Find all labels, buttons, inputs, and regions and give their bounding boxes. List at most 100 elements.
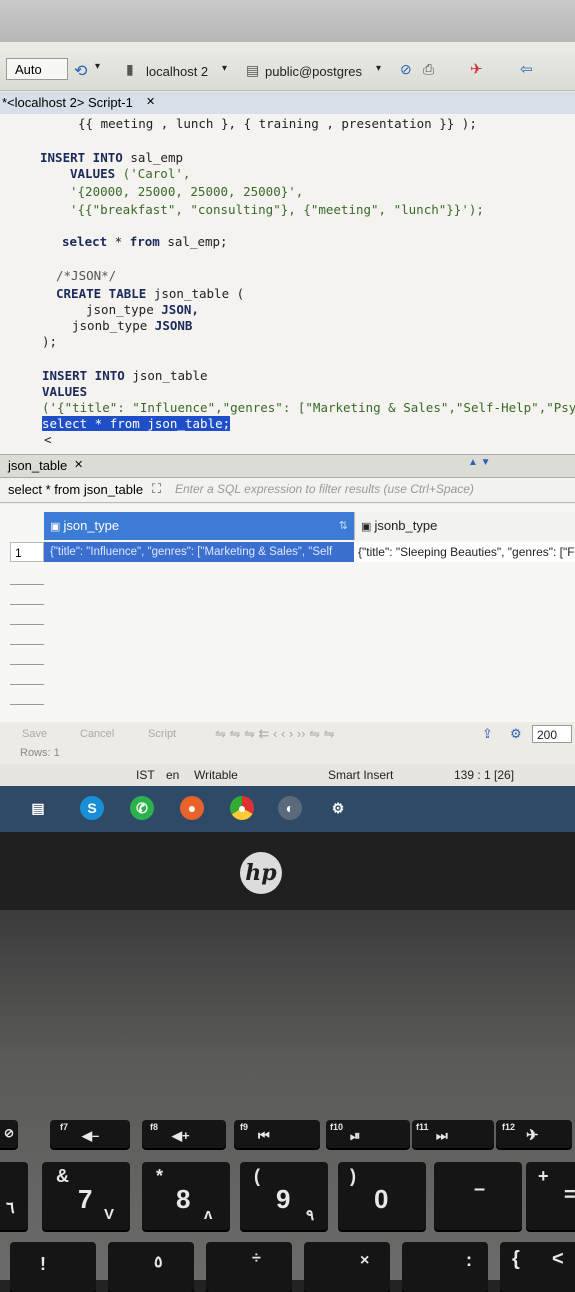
filter-bar: select * from json_table ⛶ Enter a SQL e… <box>0 478 575 503</box>
monitor-top-edge <box>0 0 575 42</box>
scroll-left-icon[interactable]: < <box>44 432 52 447</box>
key-f8: f8 ◀+ <box>142 1120 226 1148</box>
database-connection-icon: ▮ <box>126 61 134 77</box>
status-cursor-position: 139 : 1 [26] <box>454 768 515 782</box>
code-line: '{20000, 25000, 25000, 25000}', <box>70 184 304 199</box>
key-f9: f9 ⏮ <box>234 1120 320 1148</box>
database-selector[interactable]: public@postgres <box>265 64 362 79</box>
key-f12: f12 ✈ <box>496 1120 572 1148</box>
whatsapp-icon[interactable]: ✆ <box>130 796 154 820</box>
results-tab-bar: json_table ✕ ▲ ▼ <box>0 454 575 478</box>
code-line: json_type JSON, <box>86 302 199 317</box>
key-minus: – <box>434 1162 522 1230</box>
key-7: & 7 V <box>42 1162 130 1230</box>
status-timezone: IST <box>136 768 155 782</box>
hp-logo: hp <box>240 852 282 894</box>
chevron-down-icon[interactable]: ▾ <box>95 61 100 72</box>
selected-code-line: select * from json_table; <box>42 416 231 431</box>
maximize-panel-icon[interactable]: ▲ ▼ <box>468 457 491 468</box>
key: ٥ <box>108 1242 194 1292</box>
print-icon[interactable]: ⎙ <box>423 61 434 78</box>
save-button[interactable]: Save <box>22 728 47 740</box>
transaction-mode-value: Auto <box>15 62 42 77</box>
transaction-mode-select[interactable]: Auto <box>6 58 68 80</box>
row-divider <box>10 624 44 625</box>
code-line: '{{"breakfast", "consulting"}, {"meeting… <box>70 202 484 217</box>
row-divider <box>10 684 44 685</box>
firefox-icon[interactable]: ● <box>180 796 204 820</box>
results-toolbar: Save Cancel Script ⇋ ⇋ ⇋ ⇇ ‹ ‹ › ›› ⇋ ⇋ … <box>0 722 575 748</box>
code-line: VALUES ('Carol', <box>70 166 191 181</box>
chevron-down-icon[interactable]: ▾ <box>376 63 381 74</box>
navigate-back-icon[interactable]: ⇦ <box>520 60 533 78</box>
connection-selector[interactable]: localhost 2 <box>146 64 208 79</box>
query-label: select * from json_table <box>8 482 144 497</box>
code-line: select * from sal_emp; <box>62 234 228 249</box>
key-function: ⊘ <box>0 1120 18 1148</box>
code-line: VALUES <box>42 384 88 399</box>
row-count: Rows: 1 <box>20 747 60 759</box>
key: ٦ <box>0 1162 28 1230</box>
close-icon[interactable]: ✕ <box>74 458 83 471</box>
rocket-icon[interactable]: ✈ <box>470 60 483 78</box>
row-divider <box>10 664 44 665</box>
fetch-size-input[interactable]: 200 <box>532 725 572 743</box>
column-header-json-type[interactable]: ▣ json_type ⇅ <box>44 512 354 540</box>
key-equals: + = <box>526 1162 575 1230</box>
key: : <box>402 1242 488 1292</box>
skype-icon[interactable]: S <box>80 796 104 820</box>
status-insert-mode: Smart Insert <box>328 768 394 782</box>
script-button[interactable]: Script <box>148 728 176 740</box>
cancel-button[interactable]: Cancel <box>80 728 114 740</box>
gear-icon[interactable]: ⚙ <box>510 726 522 742</box>
keyboard-deck: ⊘ f7 ◀– f8 ◀+ f9 ⏮ f10 ⏯ f11 ⏭ f12 ✈ ٦ & 7 V * 8 ʌ… <box>0 910 575 1292</box>
close-icon[interactable]: ✕ <box>146 95 155 108</box>
key: {< <box>500 1242 575 1292</box>
settings-gear-icon[interactable]: ⚙ <box>326 796 350 820</box>
history-icon[interactable]: ⟲ <box>74 61 87 81</box>
laptop-bezel: hp <box>0 832 575 910</box>
json-column-icon: ▣ <box>50 521 64 533</box>
sql-editor[interactable]: {{ meeting , lunch }, { training , prese… <box>0 114 575 454</box>
filter-input[interactable]: Enter a SQL expression to filter results… <box>175 482 474 496</box>
commit-icon[interactable]: ⊘ <box>400 61 412 78</box>
grid-cell[interactable]: {"title": "Sleeping Beauties", "genres":… <box>354 542 575 562</box>
status-locale: en <box>166 768 180 782</box>
record-navigation-icons[interactable]: ⇋ ⇋ ⇋ ⇇ ‹ ‹ › ›› ⇋ ⇋ <box>215 726 335 742</box>
code-line: ('{"title": "Influence","genres": ["Mark… <box>42 400 575 415</box>
json-column-icon: ▣ <box>361 521 375 533</box>
export-icon[interactable]: ⇪ <box>482 726 493 742</box>
row-divider <box>10 604 44 605</box>
key: × <box>304 1242 390 1292</box>
expand-icon[interactable]: ⛶ <box>152 481 161 497</box>
dbeaver-window: Auto ⟲ ▾ ▮ localhost 2 ▾ ▤ public@postgr… <box>0 42 575 832</box>
key: ÷ <box>206 1242 292 1292</box>
key: ! <box>10 1242 96 1292</box>
tab-script-1[interactable]: *<localhost 2> Script-1 <box>2 95 133 110</box>
key-f7: f7 ◀– <box>50 1120 130 1148</box>
code-line: CREATE TABLE json_table ( <box>56 286 245 301</box>
row-number[interactable]: 1 <box>10 542 44 562</box>
status-mode: Writable <box>194 768 238 782</box>
key-0: ) 0 <box>338 1162 426 1230</box>
chevron-down-icon[interactable]: ▾ <box>222 63 227 74</box>
status-bar: IST en Writable Smart Insert 139 : 1 [26… <box>0 764 575 786</box>
key-9: (9 ٩ <box>240 1162 328 1230</box>
editor-tab-bar: *<localhost 2> Script-1 ✕ <box>0 92 575 115</box>
chrome-icon[interactable]: ● <box>230 796 254 820</box>
key-8: * 8 ʌ <box>142 1162 230 1230</box>
grid-cell-selected[interactable]: {"title": "Influence", "genres": ["Marke… <box>44 542 354 562</box>
code-line: INSERT INTO sal_emp <box>40 150 184 165</box>
column-header-jsonb-type[interactable]: ▣ jsonb_type <box>354 512 575 540</box>
code-line: {{ meeting , lunch }, { training , prese… <box>78 116 477 131</box>
dbeaver-icon[interactable]: ◐ <box>278 796 302 820</box>
tab-json-table[interactable]: json_table <box>8 458 67 473</box>
sort-icon[interactable]: ⇅ <box>339 512 348 540</box>
code-line: INSERT INTO json_table <box>42 368 208 383</box>
key-f11: f11 ⏭ <box>412 1120 494 1148</box>
row-divider <box>10 584 44 585</box>
key-f10: f10 ⏯ <box>326 1120 410 1148</box>
row-divider <box>10 704 44 705</box>
code-line: ); <box>42 334 58 349</box>
task-view-icon[interactable]: ▤ <box>26 796 50 820</box>
